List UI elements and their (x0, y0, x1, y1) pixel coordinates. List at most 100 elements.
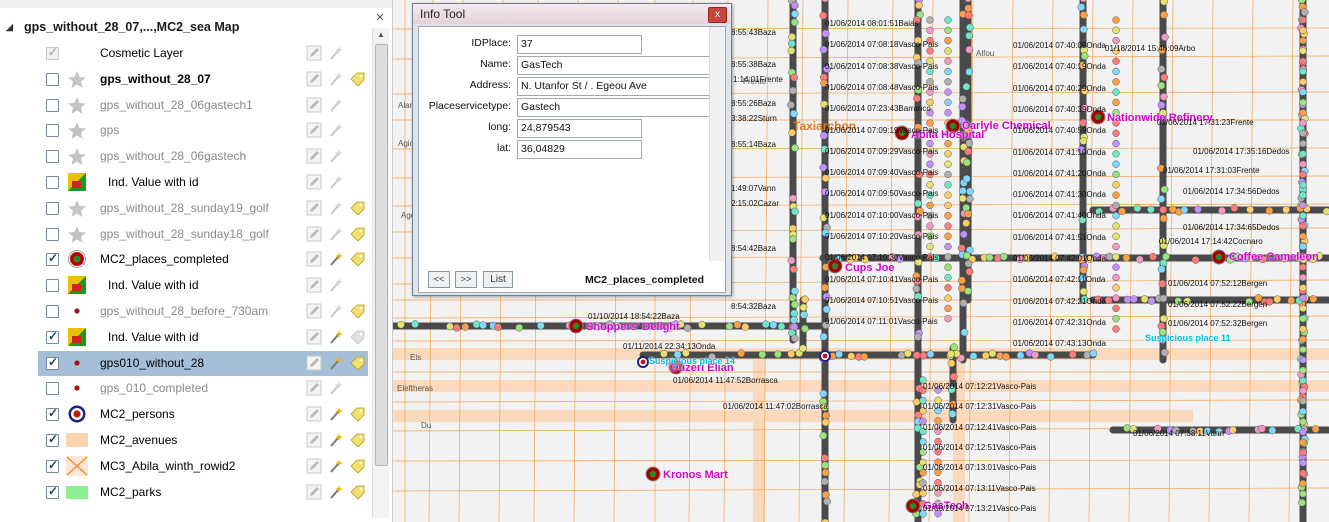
field-value[interactable]: N. Utanfor St / . Egeou Ave (517, 77, 710, 96)
layer-visibility-checkbox[interactable]: ✓ (46, 484, 59, 499)
edit-layer-icon[interactable] (306, 200, 322, 216)
edit-layer-icon[interactable] (306, 406, 322, 422)
label-tag-icon[interactable] (349, 226, 365, 242)
field-value[interactable]: 37 (517, 35, 642, 54)
select-tool-icon[interactable] (328, 355, 344, 371)
map-tree-header[interactable]: ◢ gps_without_28_07,...,MC2_sea Map (0, 14, 370, 40)
select-tool-icon[interactable] (328, 122, 344, 138)
layer-row-cosmetic-layer[interactable]: ✓ Cosmetic Layer (38, 41, 368, 66)
collapse-triangle-icon[interactable]: ◢ (6, 22, 13, 33)
layer-visibility-checkbox[interactable]: ✓ (46, 406, 59, 422)
label-tag-icon[interactable] (349, 458, 365, 474)
edit-layer-icon[interactable] (306, 148, 322, 164)
select-tool-icon[interactable] (328, 277, 344, 293)
close-button[interactable]: x (708, 7, 727, 23)
select-tool-icon[interactable] (328, 226, 344, 242)
select-tool-icon[interactable] (328, 174, 344, 190)
label-tag-icon[interactable] (349, 432, 365, 448)
layer-visibility-checkbox[interactable] (46, 124, 59, 138)
layer-row-gps-without-28-07[interactable]: gps_without_28_07 (38, 67, 368, 92)
layer-row-gps-010-completed[interactable]: gps_010_completed (38, 376, 368, 401)
field-value[interactable]: Gastech (517, 98, 710, 117)
edit-layer-icon[interactable] (306, 71, 322, 87)
select-tool-icon[interactable] (328, 329, 344, 345)
layer-row-ind-value-with-id[interactable]: ✓ Ind. Value with id (38, 325, 368, 350)
next-record-button[interactable]: >> (455, 271, 477, 288)
select-tool-icon[interactable] (328, 200, 344, 216)
layer-row-gps-without-28-sunday18-golf[interactable]: gps_without_28_sunday18_golf (38, 222, 368, 247)
layer-visibility-checkbox[interactable] (46, 98, 59, 112)
edit-layer-icon[interactable] (306, 355, 322, 371)
select-tool-icon[interactable] (328, 71, 344, 87)
edit-layer-icon[interactable] (306, 226, 322, 242)
label-tag-icon[interactable] (349, 406, 365, 422)
info-tool-titlebar[interactable]: Info Tool x (413, 4, 731, 24)
layer-row-gps010-without-28[interactable]: ✓ gps010_without_28 (38, 350, 368, 376)
scrollbar-thumb[interactable] (375, 44, 388, 466)
close-icon[interactable]: ✕ (372, 10, 388, 26)
layer-list-scrollbar[interactable]: ▲ (372, 28, 389, 518)
field-value[interactable]: 36,04829 (517, 140, 642, 159)
layer-row-gps-without-28-sunday19-golf[interactable]: gps_without_28_sunday19_golf (38, 196, 368, 221)
layer-row-mc2-places-completed[interactable]: ✓ MC2_places_completed (38, 247, 368, 272)
select-tool-icon[interactable] (328, 97, 344, 113)
field-value[interactable]: 24,879543 (517, 119, 642, 138)
edit-layer-icon[interactable] (306, 484, 322, 500)
layer-visibility-checkbox[interactable]: ✓ (46, 251, 59, 267)
edit-layer-icon[interactable] (306, 45, 322, 61)
layer-row-gps-without-28-before-730am[interactable]: gps_without_28_before_730am (38, 299, 368, 324)
label-tag-icon[interactable] (349, 329, 365, 345)
layer-visibility-checkbox[interactable] (46, 279, 59, 293)
label-tag-icon[interactable] (349, 71, 365, 87)
layer-visibility-checkbox[interactable] (46, 201, 59, 215)
layer-row-mc3-abila-winth-rowid2[interactable]: ✓ MC3_Abila_winth_rowid2 (38, 454, 368, 479)
label-tag-icon[interactable] (349, 355, 365, 371)
select-tool-icon[interactable] (328, 380, 344, 396)
info-scrollbar[interactable] (709, 27, 724, 261)
layer-row-mc2-persons[interactable]: ✓ MC2_persons (38, 402, 368, 427)
select-tool-icon[interactable] (328, 148, 344, 164)
select-tool-icon[interactable] (328, 484, 344, 500)
select-tool-icon[interactable] (328, 432, 344, 448)
field-value[interactable]: GasTech (517, 56, 710, 75)
select-tool-icon[interactable] (328, 303, 344, 319)
edit-layer-icon[interactable] (306, 122, 322, 138)
layer-visibility-checkbox[interactable] (46, 305, 59, 318)
layer-visibility-checkbox[interactable]: ✓ (46, 432, 59, 447)
edit-layer-icon[interactable] (306, 277, 322, 293)
layer-row-mc2-parks[interactable]: ✓ MC2_parks (38, 480, 368, 505)
list-button[interactable]: List (483, 271, 513, 288)
layer-row-mc2-avenues[interactable]: ✓ MC2_avenues (38, 428, 368, 453)
label-tag-icon[interactable] (349, 200, 365, 216)
layer-visibility-checkbox[interactable] (46, 176, 59, 189)
layer-visibility-checkbox[interactable]: ✓ (46, 329, 59, 344)
edit-layer-icon[interactable] (306, 329, 322, 345)
layer-row-ind-value-with-id[interactable]: Ind. Value with id (38, 170, 368, 195)
edit-layer-icon[interactable] (306, 432, 322, 448)
layer-row-ind-value-with-id[interactable]: Ind. Value with id (38, 273, 368, 298)
edit-layer-icon[interactable] (306, 174, 322, 190)
scroll-up-icon[interactable]: ▲ (373, 28, 389, 42)
info-tool-window[interactable]: Info Tool x IDPlace: 37 Name: GasTech Addres… (412, 3, 732, 296)
select-tool-icon[interactable] (328, 406, 344, 422)
label-tag-icon[interactable] (349, 303, 365, 319)
label-tag-icon[interactable] (349, 484, 365, 500)
layer-row-gps[interactable]: gps (38, 118, 368, 143)
select-tool-icon[interactable] (328, 251, 344, 267)
label-tag-icon[interactable] (349, 251, 365, 267)
layer-visibility-checkbox[interactable] (46, 227, 59, 241)
layer-visibility-checkbox[interactable] (46, 150, 59, 164)
edit-layer-icon[interactable] (306, 97, 322, 113)
select-tool-icon[interactable] (328, 458, 344, 474)
layer-visibility-checkbox[interactable] (46, 382, 59, 396)
edit-layer-icon[interactable] (306, 303, 322, 319)
previous-record-button[interactable]: << (428, 271, 450, 288)
layer-row-gps-without-28-06gastech[interactable]: gps_without_28_06gastech (38, 144, 368, 169)
select-tool-icon[interactable] (328, 45, 344, 61)
layer-row-gps-without-28-06gastech1[interactable]: gps_without_28_06gastech1 (38, 93, 368, 118)
layer-visibility-checkbox[interactable] (46, 72, 59, 86)
edit-layer-icon[interactable] (306, 380, 322, 396)
layer-visibility-checkbox[interactable]: ✓ (46, 355, 59, 370)
edit-layer-icon[interactable] (306, 251, 322, 267)
edit-layer-icon[interactable] (306, 458, 322, 474)
